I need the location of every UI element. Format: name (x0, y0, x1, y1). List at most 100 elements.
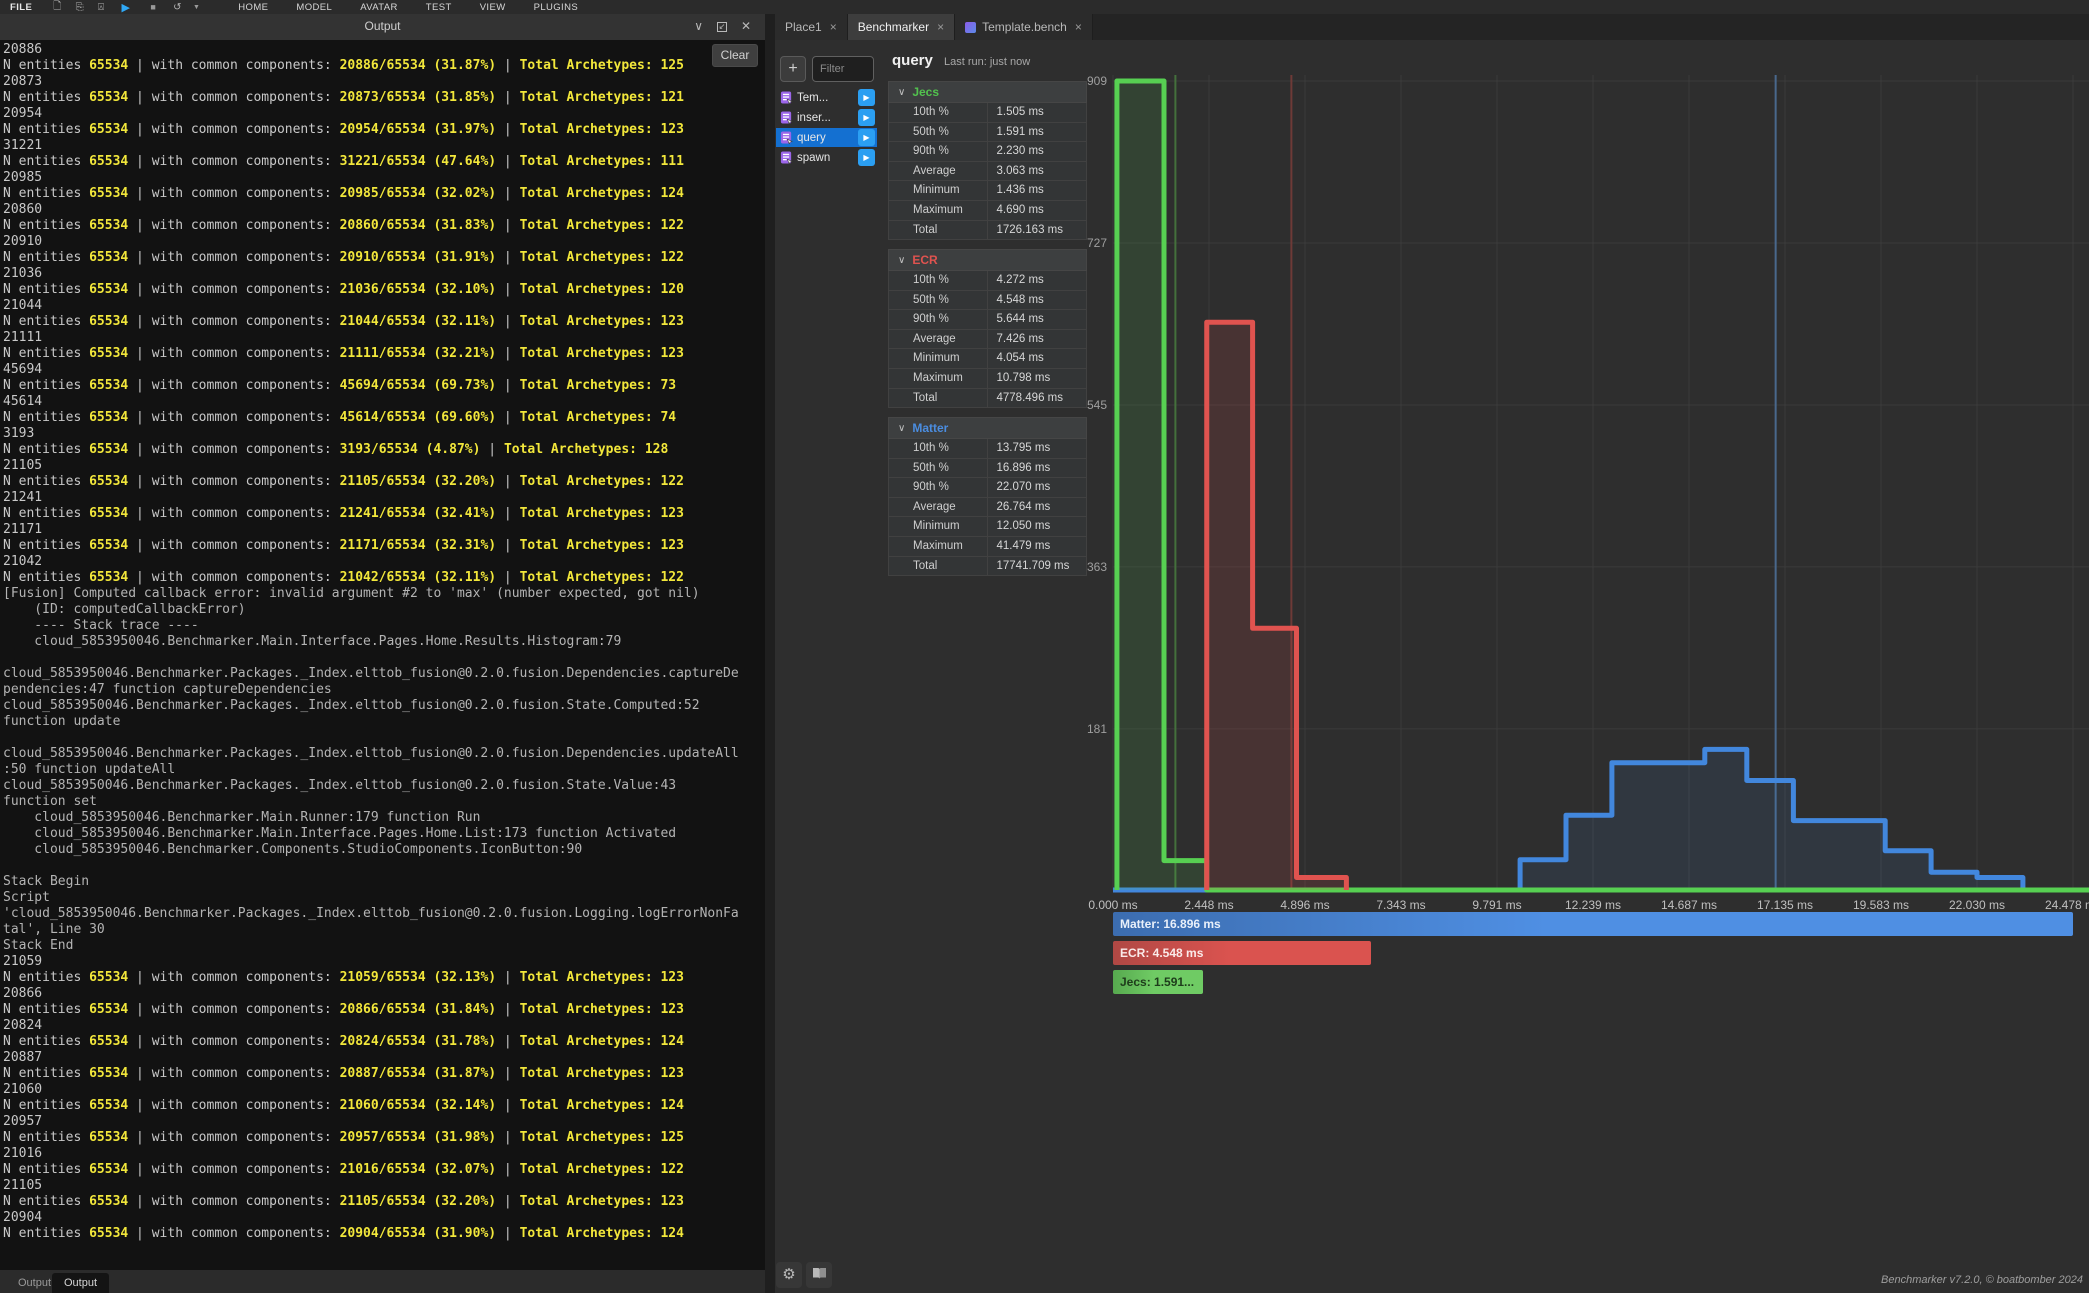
sidebar-item-Tem[interactable]: Tem...▶ (776, 88, 877, 107)
undo-dropdown-icon[interactable]: ▼ (193, 4, 200, 11)
console-line: 20910 (3, 234, 765, 250)
menu-item-model[interactable]: MODEL (296, 2, 332, 13)
log-stack-text (3, 730, 11, 745)
stat-value: 7.426 ms (988, 330, 1087, 349)
log-text: N entities (3, 970, 89, 985)
log-stack-text: 'cloud_5853950046.Benchmarker.Packages._… (3, 906, 739, 921)
log-archetypes: Total Archetypes: 123 (520, 538, 684, 553)
close-icon[interactable]: ✕ (741, 19, 751, 33)
log-text: | (496, 506, 519, 521)
bottom-tab-output[interactable]: Output (52, 1273, 109, 1293)
log-text: | with common components: (128, 474, 339, 489)
sidebar-item-inser[interactable]: inser...▶ (776, 108, 877, 127)
stat-label: 10th % (889, 439, 988, 458)
console-line: pendencies:47 function captureDependenci… (3, 682, 765, 698)
menu-item-avatar[interactable]: AVATAR (360, 2, 398, 13)
y-tick-label: 727 (1087, 236, 1107, 250)
log-archetypes: Total Archetypes: 124 (520, 186, 684, 201)
log-number: 21171 (3, 522, 42, 537)
stop-icon[interactable]: ■ (150, 2, 156, 12)
run-benchmark-button[interactable]: ▶ (858, 109, 875, 126)
histogram-fill-ecr (1207, 322, 1347, 890)
log-number: 31221 (3, 138, 42, 153)
menu-item-plugins[interactable]: PLUGINS (534, 2, 579, 13)
menu-item-view[interactable]: VIEW (480, 2, 506, 13)
tab-close-icon[interactable]: × (830, 20, 837, 34)
stats-section-header[interactable]: ∨Matter (888, 417, 1087, 439)
run-benchmark-button[interactable]: ▶ (858, 149, 875, 166)
sidebar-item-spawn[interactable]: spawn▶ (776, 148, 877, 167)
tab-close-icon[interactable]: × (1075, 20, 1082, 34)
console-log[interactable]: 20886N entities 65534 | with common comp… (0, 40, 765, 1270)
log-total: 65534 (89, 1066, 128, 1081)
clear-button[interactable]: Clear (712, 44, 758, 67)
log-stack-text: cloud_5853950046.Benchmarker.Packages._I… (3, 666, 739, 681)
log-total: 65534 (89, 218, 128, 233)
tab-template-bench[interactable]: Template.bench× (955, 14, 1093, 40)
log-text: | (496, 58, 519, 73)
run-benchmark-button[interactable]: ▶ (858, 89, 875, 106)
log-text: N entities (3, 378, 89, 393)
add-benchmark-button[interactable]: + (780, 56, 806, 82)
x-tick-label: 17.135 ms (1757, 898, 1813, 912)
stat-label: 50th % (889, 291, 988, 310)
stat-label: Average (889, 162, 988, 181)
legend-bar-jecs[interactable]: Jecs: 1.591... (1113, 970, 1203, 994)
stats-section-header[interactable]: ∨ECR (888, 249, 1087, 271)
log-fraction: 20957/65534 (31.98%) (340, 1130, 497, 1145)
stat-value: 3.063 ms (988, 162, 1087, 181)
menu-item-home[interactable]: HOME (238, 2, 268, 13)
log-text: | with common components: (128, 282, 339, 297)
log-number: 21105 (3, 458, 42, 473)
docs-book-icon[interactable] (806, 1262, 832, 1288)
stats-row: Maximum10.798 ms (888, 369, 1087, 389)
log-stack-text: cloud_5853950046.Benchmarker.Packages._I… (3, 778, 676, 793)
log-text: N entities (3, 474, 89, 489)
stat-label: 10th % (889, 103, 988, 122)
sidebar-item-query[interactable]: query▶ (776, 128, 877, 147)
menu-item-test[interactable]: TEST (426, 2, 452, 13)
console-line: N entities 65534 | with common component… (3, 218, 765, 234)
log-text: | with common components: (128, 570, 339, 585)
log-text: | (496, 122, 519, 137)
console-line: N entities 65534 | with common component… (3, 538, 765, 554)
log-stack-text: cloud_5853950046.Benchmarker.Main.Interf… (3, 826, 676, 841)
tab-close-icon[interactable]: × (937, 20, 944, 34)
console-line: 21105 (3, 1178, 765, 1194)
log-stack-text: function update (3, 714, 120, 729)
stat-value: 4.272 ms (988, 271, 1087, 290)
console-line: 31221 (3, 138, 765, 154)
menu-file[interactable]: FILE (10, 2, 32, 13)
open-icon[interactable]: ⎘ (76, 2, 84, 13)
stat-label: 50th % (889, 123, 988, 142)
y-tick-label: 545 (1087, 398, 1107, 412)
collapse-chevron-icon[interactable]: ∨ (694, 19, 703, 33)
legend-bar-matter[interactable]: Matter: 16.896 ms (1113, 912, 2073, 936)
console-line: function update (3, 714, 765, 730)
save-icon[interactable]: ⍓ (98, 2, 104, 13)
tab-benchmarker[interactable]: Benchmarker× (848, 14, 955, 40)
legend-bar-ecr[interactable]: ECR: 4.548 ms (1113, 941, 1371, 965)
tab-place1[interactable]: Place1× (775, 14, 848, 40)
log-archetypes: Total Archetypes: 123 (520, 970, 684, 985)
console-line: 21105 (3, 458, 765, 474)
stat-value: 41.479 ms (988, 537, 1087, 556)
stat-value: 1726.163 ms (988, 221, 1087, 240)
stats-section-header[interactable]: ∨Jecs (888, 81, 1087, 103)
panel-divider[interactable] (765, 14, 775, 1293)
run-benchmark-button[interactable]: ▶ (858, 129, 875, 146)
console-line: N entities 65534 | with common component… (3, 1002, 765, 1018)
settings-gear-icon[interactable]: ⚙ (776, 1262, 802, 1288)
console-line: N entities 65534 | with common component… (3, 1226, 765, 1242)
undo-icon[interactable]: ↺ (173, 2, 182, 13)
sidebar-item-label: inser... (797, 112, 858, 124)
log-fraction: 21036/65534 (32.10%) (340, 282, 497, 297)
log-text: | with common components: (128, 346, 339, 361)
play-icon[interactable]: ▶ (121, 1, 130, 14)
script-icon (780, 111, 793, 124)
console-line: 21044 (3, 298, 765, 314)
stats-section-jecs: ∨Jecs10th %1.505 ms50th %1.591 ms90th %2… (888, 81, 1087, 240)
filter-input[interactable] (812, 56, 874, 82)
dock-icon[interactable]: ↙ (717, 22, 727, 32)
stat-value: 10.798 ms (988, 369, 1087, 388)
